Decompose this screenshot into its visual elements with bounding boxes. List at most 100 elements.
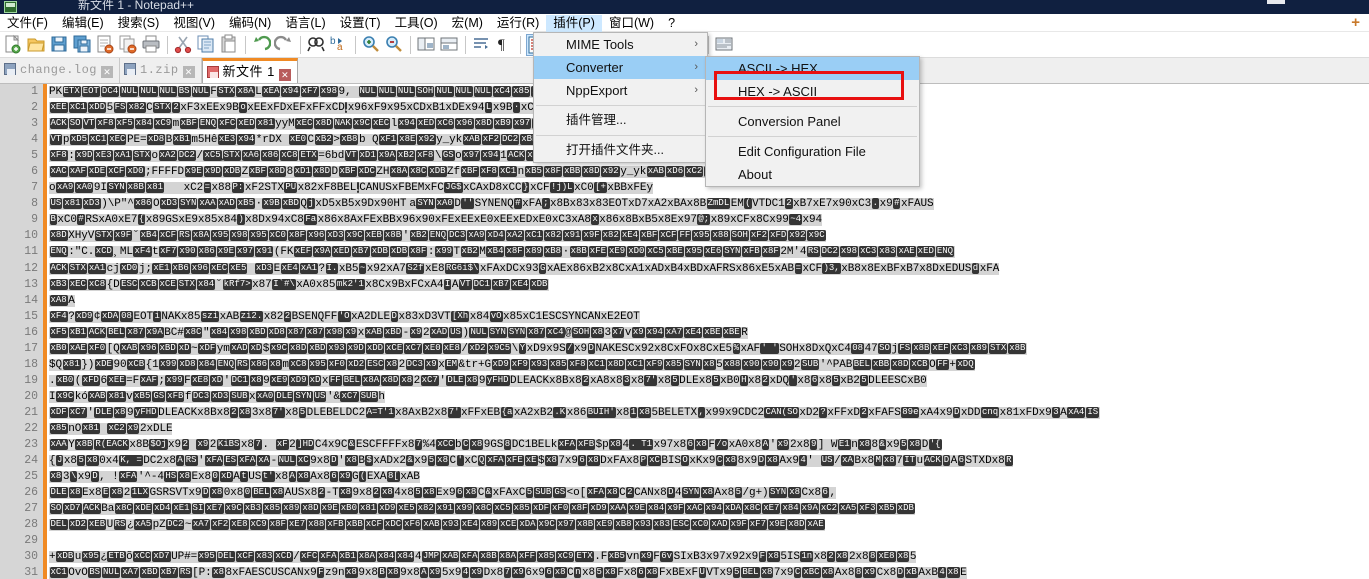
control-char-glyph: J	[56, 455, 64, 467]
control-char-glyph: x94	[704, 503, 723, 515]
new-file-icon[interactable]	[3, 34, 25, 56]
redo-icon[interactable]	[274, 34, 296, 56]
minimize-button[interactable]	[1267, 0, 1285, 4]
plugins-dropdown-menu[interactable]: MIME Tools › Converter › NppExport › 插件管理... 打开…	[533, 32, 708, 163]
code-line[interactable]: SO xD7 ACK Ba x8C xDE xD4 xE1 SI xE7 x9C xB3 x85 x89 x…	[49, 501, 1369, 517]
code-line[interactable]: ACK STX xA1 cj xD0 j; xE1 xB6 x96 xEC xE5 xD3 ExE4 x…	[49, 261, 1369, 277]
menu-item-open-plugins-folder[interactable]: 打开插件文件夹...	[534, 139, 707, 162]
sync-horizontal-scroll-icon[interactable]	[439, 34, 461, 56]
tab-change-log[interactable]: change.log ✕	[0, 58, 121, 83]
code-line[interactable]: xF5 xB1 ACK BEL x87 x9A BC# x8C " x84 x98 xBD xD8 x87…	[49, 325, 1369, 341]
code-line[interactable]: . xB0(xFD 6 xEE =F xAF; x99 FxE8 xD ' DC1 x8 9 xE9 xD9…	[49, 373, 1369, 389]
menu-item-ascii-to-hex[interactable]: ASCII -> HEX	[706, 57, 919, 80]
code-line[interactable]: xA8 A	[49, 293, 1369, 309]
word-wrap-icon[interactable]	[471, 34, 493, 56]
open-file-icon[interactable]	[26, 34, 48, 56]
code-line[interactable]: xDF xC7 ' DLE x8 9 yFHD DLEACKx8Bx8 2 x8 3x8 7' x8 5 D…	[49, 405, 1369, 421]
print-icon[interactable]	[141, 34, 163, 56]
menu-item-nppexport[interactable]: NppExport ›	[534, 79, 707, 102]
menu-item-hex-to-ascii[interactable]: HEX -> ASCII	[706, 80, 919, 103]
close-tab-icon[interactable]: ✕	[182, 66, 195, 78]
menu-search[interactable]: 搜索(S)	[111, 15, 167, 33]
control-char-glyph: x9	[344, 326, 358, 338]
menu-item-about[interactable]: About	[706, 163, 919, 186]
menu-encoding[interactable]: 编码(N)	[222, 15, 278, 33]
control-char-glyph: .	[871, 198, 880, 210]
code-line[interactable]: xAA Yx8B R(EACK x8B $Oj x9 2 x9 2 KiBS x8 7. xF 2]H…	[49, 437, 1369, 453]
zoom-in-icon[interactable]	[361, 34, 383, 56]
control-char-glyph: 4	[938, 567, 946, 579]
code-line[interactable]: x8 3 \ x9 D, ! xFA '^-4 HS x8 Ex8 0 xD At US t' x8 Ax8 Ax…	[49, 469, 1369, 485]
control-char-glyph: DLE	[446, 374, 465, 386]
save-icon[interactable]	[49, 34, 71, 56]
undo-icon[interactable]	[251, 34, 273, 56]
menu-help[interactable]: ?	[661, 15, 682, 33]
control-char-glyph: xBB	[871, 358, 891, 370]
code-line[interactable]: US x81 xD3)\P"^ x86 OxD3 SYN xAA xAD xB5 · x9B xBD Q…	[49, 196, 1369, 212]
control-char-glyph: xD	[177, 342, 191, 354]
code-line[interactable]: xF4? xD9 ¢ xDA 08 EOT i NAKx85 szi xAB zi2. x82 2 BSE…	[49, 309, 1369, 325]
code-line[interactable]: xB3 xEC xC8 {D ESC xCB xCE STX x84 ˘ kRf7> x87 I`#\ x…	[49, 277, 1369, 293]
menu-file[interactable]: 文件(F)	[0, 15, 55, 33]
add-tab-icon[interactable]: +	[1351, 15, 1360, 30]
code-line[interactable]: x85 nO x81 xC2 x9 2xDLE	[49, 421, 1369, 437]
control-char-glyph: DC1	[472, 278, 491, 290]
code-line[interactable]: x8D XHyV STX x9F ˘ xB4 xCF RS x8A x95 x98 x95 xC0 x8F…	[49, 228, 1369, 244]
code-line[interactable]: DEL xD2 xEB U RS ¿ xA5 pZ DC2 ~ xA7 xF2 xE8 xC9 x8F xE7…	[49, 517, 1369, 533]
save-all-icon[interactable]	[72, 34, 94, 56]
control-char-glyph: ,	[697, 406, 705, 418]
close-tab-icon[interactable]: ✕	[278, 69, 291, 81]
converter-submenu[interactable]: ASCII -> HEX HEX -> ASCII Conversion Panel…	[705, 56, 920, 187]
show-all-characters-icon[interactable]: ¶	[494, 34, 516, 56]
control-char-glyph: x88	[723, 358, 742, 370]
menu-window[interactable]: 窗口(W)	[602, 15, 661, 33]
bookmark-margin[interactable]	[43, 84, 47, 579]
code-line[interactable]: xC1 OvO BS NUL xA7 xBD xB7 RS [P: x8 8xFAESCUSCANx…	[49, 565, 1369, 579]
menu-item-edit-configuration-file[interactable]: Edit Configuration File	[706, 140, 919, 163]
copy-icon[interactable]	[196, 34, 218, 56]
control-char-glyph: xDB	[896, 503, 915, 515]
code-line[interactable]	[49, 533, 1369, 549]
code-line[interactable]: BxC0 # RSxA0xE7{x89GSxE9x85x84) x8Dx94xC8 Fa…	[49, 212, 1369, 228]
menu-edit[interactable]: 编辑(E)	[55, 15, 111, 33]
control-char-glyph: JMP	[421, 551, 441, 563]
menu-item-converter[interactable]: Converter ›	[534, 56, 707, 79]
code-line[interactable]: DLE x8 Ex8 Ex8 2 1LX GSRSVTx9 Dx8 0x8 0 BEL x8 AUSx8…	[49, 485, 1369, 501]
tab-1-zip[interactable]: 1.zip ✕	[120, 58, 202, 83]
cut-icon[interactable]	[173, 34, 195, 56]
code-line[interactable]: xB0 xAE xF0 [Q xAB x96 xBD xD ~ xDF ym xAD xD $ x9C x8D…	[49, 341, 1369, 357]
paste-icon[interactable]	[219, 34, 241, 56]
menu-item-conversion-panel[interactable]: Conversion Panel	[706, 110, 919, 133]
code-line[interactable]: $Q x81}) xDE 90 xCB {1 x99 xD8 x84 ENQ RS x86 x8 m xC8…	[49, 357, 1369, 373]
replace-icon[interactable]: ba	[329, 34, 351, 56]
close-all-icon[interactable]	[118, 34, 140, 56]
tab-new-file-1[interactable]: 新文件 1 ✕	[201, 58, 298, 83]
control-char-glyph: x9D	[346, 342, 365, 354]
code-line[interactable]: + xDB u x95 ¿ ETB õ xCC xD7 UP#= x95 DEL xCF x83 xCD / x…	[49, 549, 1369, 565]
menu-settings[interactable]: 设置(T)	[333, 15, 388, 33]
control-char-glyph: ENQ	[935, 246, 955, 258]
menu-tools[interactable]: 工具(O)	[388, 15, 445, 33]
control-char-glyph: x8	[821, 567, 835, 579]
control-char-glyph: H	[740, 374, 748, 386]
control-char-glyph: NUL	[396, 86, 416, 97]
zoom-out-icon[interactable]	[384, 34, 406, 56]
close-tab-icon[interactable]: ✕	[101, 66, 114, 78]
menu-item-mime-tools[interactable]: MIME Tools ›	[534, 33, 707, 56]
menu-view[interactable]: 视图(V)	[166, 15, 222, 33]
menu-language[interactable]: 语言(L)	[278, 15, 332, 33]
menu-run[interactable]: 运行(R)	[490, 15, 546, 33]
menu-plugins[interactable]: 插件(P)	[546, 15, 602, 33]
menu-item-plugin-admin[interactable]: 插件管理...	[534, 109, 707, 132]
code-line[interactable]: Ix9C kó xAB x81 v xB5 GS xFB f DC3 xD3 SUB x xA0 DLE SY…	[49, 389, 1369, 405]
close-file-icon[interactable]	[95, 34, 117, 56]
control-char-glyph: x8D	[301, 503, 320, 515]
folder-as-workspace-icon[interactable]	[714, 34, 736, 56]
find-icon[interactable]	[306, 34, 328, 56]
control-char-glyph: NUL	[120, 86, 139, 97]
control-char-glyph: xAB	[462, 134, 481, 146]
code-line[interactable]: ENQ:"C. xCD ¸ML xF4 t xF7 x90 x86 x9E x97 x91 (FK xE…	[49, 244, 1369, 260]
menu-macro[interactable]: 宏(M)	[445, 15, 490, 33]
code-line[interactable]: {Jx8 5 x8 0x4 K, = DC2x8 A RS ' xFA ES xFA xA - NUL xC 9…	[49, 453, 1369, 469]
sync-vertical-scroll-icon[interactable]	[416, 34, 438, 56]
